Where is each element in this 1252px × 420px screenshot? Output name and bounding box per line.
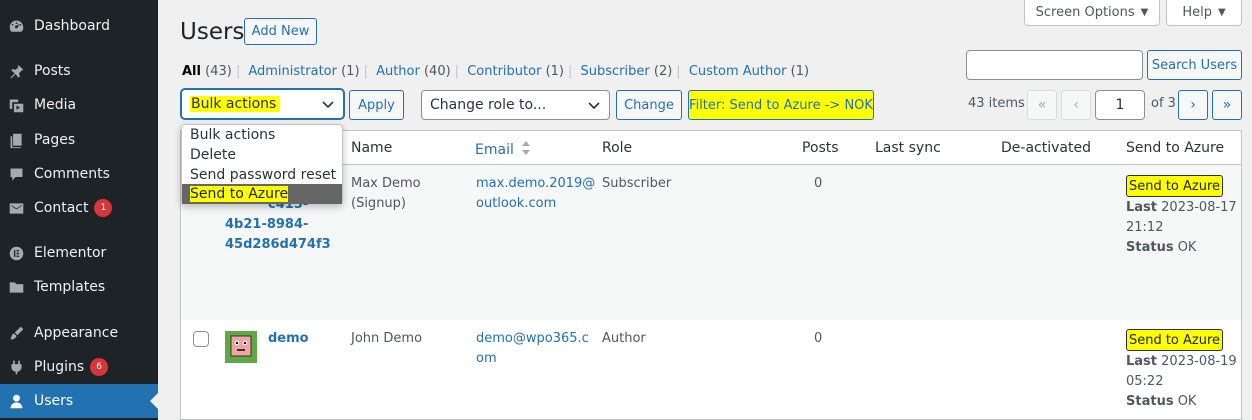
- search-users-button[interactable]: Search Users: [1147, 50, 1242, 80]
- column-email[interactable]: Email: [475, 140, 531, 160]
- brush-icon: [7, 324, 25, 342]
- filter-all-link[interactable]: All: [182, 64, 201, 79]
- total-pages: of 3: [1151, 96, 1176, 111]
- sidebar-item-users[interactable]: Users: [0, 384, 158, 418]
- user-role: Author: [602, 331, 646, 346]
- user-posts: 0: [814, 176, 823, 191]
- bulk-option-send-password-reset[interactable]: Send password reset: [182, 165, 342, 185]
- change-role-button[interactable]: Change: [616, 90, 682, 120]
- user-email-link[interactable]: max.demo.2019@ outlook.com: [476, 174, 595, 214]
- column-deactivated: De-activated: [1001, 140, 1091, 156]
- sidebar-item-label: Dashboard: [34, 18, 110, 34]
- pin-icon: [7, 62, 25, 80]
- caret-down-icon: ▼: [1140, 7, 1149, 18]
- role-filter-links: All (43) | Administrator (1) | Author (40)…: [182, 64, 810, 79]
- column-posts[interactable]: Posts: [802, 140, 839, 156]
- sidebar-item-elementor[interactable]: Elementor: [0, 236, 158, 270]
- page-title: Users: [180, 19, 245, 45]
- user-icon: [7, 392, 25, 410]
- plugins-count-badge: 6: [90, 358, 109, 376]
- pages-icon: [7, 131, 25, 149]
- current-page-input[interactable]: 1: [1095, 90, 1145, 120]
- media-icon: [7, 96, 25, 114]
- admin-sidebar: Dashboard Posts Media Pages Comments Con…: [0, 0, 158, 420]
- elementor-icon: [7, 244, 25, 262]
- sidebar-item-label: Appearance: [34, 325, 119, 341]
- bulk-actions-select[interactable]: Bulk actions: [181, 89, 344, 119]
- contact-count-badge: 1: [94, 199, 113, 217]
- sidebar-item-label: Comments: [34, 166, 110, 182]
- sidebar-item-media[interactable]: Media: [0, 88, 158, 122]
- sidebar-item-dashboard[interactable]: Dashboard: [0, 9, 158, 43]
- sidebar-item-appearance[interactable]: Appearance: [0, 316, 158, 350]
- azure-sync-info: Last 2023-08-17 21:12 Status OK: [1126, 200, 1237, 255]
- sidebar-item-label: Contact 1: [34, 199, 113, 217]
- comment-icon: [7, 165, 25, 183]
- bulk-option-send-to-azure[interactable]: Send to Azure: [182, 184, 342, 204]
- prev-page-button: ‹: [1061, 90, 1091, 120]
- sidebar-item-templates[interactable]: Templates: [0, 270, 158, 304]
- chevron-down-icon: [321, 98, 335, 116]
- bulk-actions-dropdown: Bulk actions Delete Send password reset …: [181, 124, 343, 204]
- search-input[interactable]: [966, 50, 1143, 80]
- change-role-select[interactable]: Change role to...: [421, 90, 610, 120]
- sidebar-item-label: Elementor: [34, 245, 107, 261]
- chevron-down-icon: [587, 99, 601, 117]
- next-page-button[interactable]: ›: [1178, 90, 1208, 120]
- column-role[interactable]: Role: [602, 140, 632, 156]
- user-name: Max Demo (Signup): [351, 176, 421, 211]
- sidebar-item-comments[interactable]: Comments: [0, 157, 158, 191]
- sidebar-item-label: Pages: [34, 132, 76, 148]
- filter-contributor-link[interactable]: Contributor: [467, 64, 541, 79]
- screen-options-button[interactable]: Screen Options ▼: [1024, 0, 1160, 26]
- dashboard-icon: [7, 17, 25, 35]
- filter-send-to-azure-nok-button[interactable]: Filter: Send to Azure -> NOK: [688, 90, 874, 120]
- sidebar-item-label: Users: [34, 393, 74, 409]
- sidebar-item-posts[interactable]: Posts: [0, 54, 158, 88]
- first-page-button: «: [1027, 90, 1057, 120]
- plug-icon: [7, 358, 25, 376]
- send-to-azure-button[interactable]: Send to Azure: [1126, 175, 1223, 197]
- last-page-button[interactable]: »: [1212, 90, 1242, 120]
- send-to-azure-button[interactable]: Send to Azure: [1126, 329, 1223, 351]
- user-posts: 0: [814, 331, 823, 346]
- column-send-to-azure: Send to Azure: [1126, 140, 1225, 156]
- sidebar-item-label: Templates: [34, 279, 106, 295]
- caret-down-icon: ▼: [1217, 7, 1226, 18]
- apply-button[interactable]: Apply: [349, 90, 404, 120]
- user-name: John Demo: [351, 331, 423, 346]
- help-button[interactable]: Help ▼: [1166, 0, 1242, 26]
- row-select-checkbox[interactable]: [193, 331, 209, 347]
- user-email-link[interactable]: demo@wpo365.c om: [476, 329, 589, 369]
- mail-icon: [7, 199, 25, 217]
- username-link[interactable]: c415- 4b21-8984- 45d286d474f3: [225, 195, 331, 255]
- items-count: 43 items: [968, 96, 1025, 111]
- avatar: [225, 331, 257, 363]
- bulk-option-bulk-actions[interactable]: Bulk actions: [182, 125, 342, 145]
- add-new-button[interactable]: Add New: [244, 18, 317, 45]
- column-name[interactable]: Name: [351, 140, 392, 156]
- sidebar-item-label: Media: [34, 97, 77, 113]
- sidebar-item-plugins[interactable]: Plugins 6: [0, 350, 158, 384]
- filter-subscriber-link[interactable]: Subscriber: [581, 64, 650, 79]
- column-last-sync: Last sync: [875, 140, 941, 156]
- user-role: Subscriber: [602, 176, 672, 191]
- username-link[interactable]: demo: [268, 329, 309, 349]
- azure-sync-info: Last 2023-08-19 05:22 Status OK: [1126, 354, 1237, 409]
- sidebar-item-label: Posts: [34, 63, 71, 79]
- folder-icon: [7, 278, 25, 296]
- sidebar-item-contact[interactable]: Contact 1: [0, 191, 158, 225]
- filter-custom-author-link[interactable]: Custom Author: [689, 64, 787, 79]
- filter-administrator-link[interactable]: Administrator: [248, 64, 337, 79]
- sidebar-item-pages[interactable]: Pages: [0, 123, 158, 157]
- filter-author-link[interactable]: Author: [376, 64, 420, 79]
- sort-icon: [521, 140, 531, 160]
- bulk-option-delete[interactable]: Delete: [182, 145, 342, 165]
- sidebar-item-label: Plugins 6: [34, 358, 109, 376]
